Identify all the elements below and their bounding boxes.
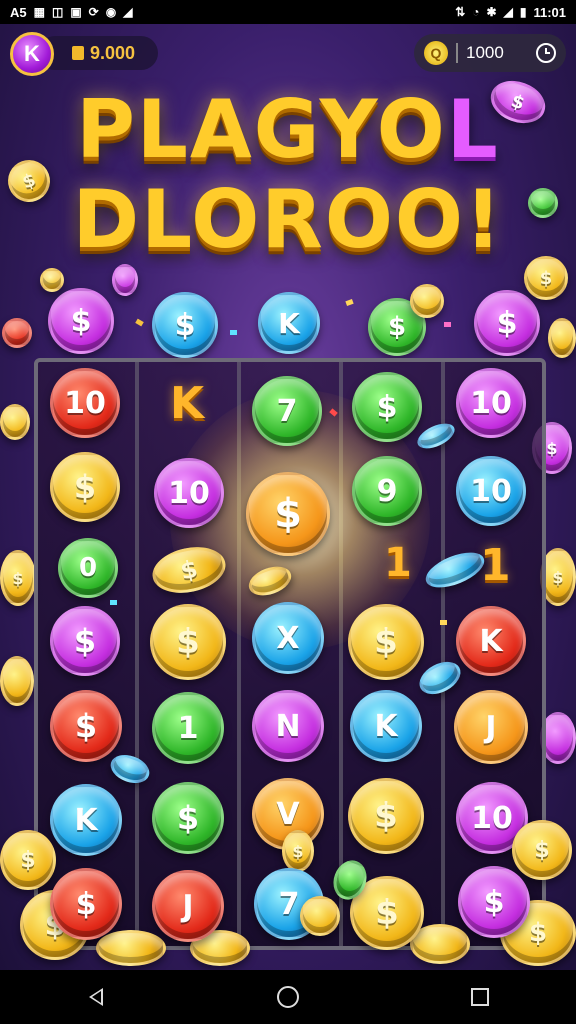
sync-icon: ⟳ [88,5,99,19]
confetti [345,298,354,307]
grid-coin[interactable]: K [350,690,422,762]
grid-coin[interactable]: $ [50,606,120,676]
grid-coin[interactable]: N [252,690,324,762]
grid-coin[interactable]: 10 [456,368,526,438]
timer-pill[interactable]: Q 1000 [414,34,566,72]
column-divider [135,362,139,946]
flying-coin [0,656,34,706]
top-coin[interactable]: K [258,292,320,354]
status-time: 11:01 [533,4,566,20]
recents-button[interactable] [450,977,510,1017]
timer-value: 1000 [466,43,504,62]
game-title: PLAGYOL DLOROO! [0,85,576,265]
title-line2: DLOROO! [72,173,504,266]
pile-coin [96,930,166,966]
grid-coin[interactable]: 7 [252,376,322,446]
network-icon: ◢ [123,5,133,19]
grid-coin[interactable]: 10 [154,458,224,528]
battery-icon: ▮ [519,5,527,19]
grid-letter[interactable]: 1 [480,540,511,591]
grid-coin[interactable]: $ [50,868,122,940]
confetti [135,318,144,327]
gold-balance[interactable]: 9.000 [38,36,158,70]
gold-bar-icon [72,46,84,60]
signal-icon: ◫ [51,5,64,19]
flying-coin [40,268,64,292]
image-icon: ▣ [70,5,82,19]
grid-coin[interactable]: $ [352,372,422,442]
alarm-icon: ◔ [472,5,480,19]
grid-coin[interactable]: J [152,870,224,942]
top-bar: 9.000 K Q 1000 [0,30,576,78]
clock-icon [536,43,556,63]
flying-coin [0,404,30,440]
pile-coin: $ [512,820,572,880]
top-coin[interactable]: $ [474,290,540,356]
back-icon [89,988,103,1006]
back-button[interactable] [66,977,126,1017]
flying-coin: $ [524,256,568,300]
avatar[interactable]: K [10,32,54,76]
grid-coin[interactable]: $ [348,604,424,680]
home-button[interactable] [258,977,318,1017]
grid-coin[interactable]: 1 [152,692,224,764]
top-coin[interactable]: $ [48,288,114,354]
flying-coin: $ [0,550,36,606]
flying-coin [300,896,340,936]
home-icon [277,986,299,1008]
chart-icon: ▦ [33,5,45,19]
flying-coin [112,264,138,296]
flying-coin [548,318,576,358]
grid-coin[interactable]: $ [50,452,120,522]
timer-coin-icon: Q [424,41,448,65]
navigation-bar [0,970,576,1024]
top-coin[interactable]: $ [152,292,218,358]
bluetooth-icon: ✱ [486,5,497,19]
pile-coin: $ [0,830,56,890]
flying-coin [2,318,32,348]
grid-coin[interactable]: X [252,602,324,674]
grid-letter[interactable]: K [170,378,204,429]
confetti [440,620,447,625]
grid-coin[interactable]: $ [152,782,224,854]
grid-coin[interactable]: $ [458,866,530,938]
grid-coin[interactable]: $ [348,778,424,854]
recents-icon [471,988,489,1006]
gold-amount: 9.000 [90,42,136,63]
flying-coin: $ [282,830,314,872]
grid-coin[interactable]: $ [246,472,330,556]
flying-coin [528,188,558,218]
vibrate-icon: ⇅ [455,5,466,19]
grid-coin[interactable]: J [454,690,528,764]
confetti [230,330,237,335]
grid-coin[interactable]: 10 [50,368,120,438]
grid-coin[interactable]: $ [50,690,122,762]
grid-coin[interactable]: K [456,606,526,676]
status-bar: A5 ▦ ◫ ▣ ⟳ ◉ ◢ ⇅ ◔ ✱ ◢ ▮ 11:01 [0,0,576,24]
grid-coin[interactable]: 9 [352,456,422,526]
wifi-icon: ◢ [503,5,513,19]
title-line1: PLAGYOL [76,83,500,176]
play-icon: ◉ [105,5,117,19]
flying-coin [410,284,444,318]
grid-coin[interactable]: 10 [456,456,526,526]
grid-coin[interactable]: K [50,784,122,856]
status-label: A5 [10,4,27,20]
grid-coin[interactable]: $ [150,604,226,680]
grid-coin[interactable]: 0 [58,538,118,598]
confetti [110,600,117,605]
column-divider [441,362,445,946]
grid-letter[interactable]: 1 [384,540,412,586]
divider [456,43,458,63]
confetti [444,322,451,327]
